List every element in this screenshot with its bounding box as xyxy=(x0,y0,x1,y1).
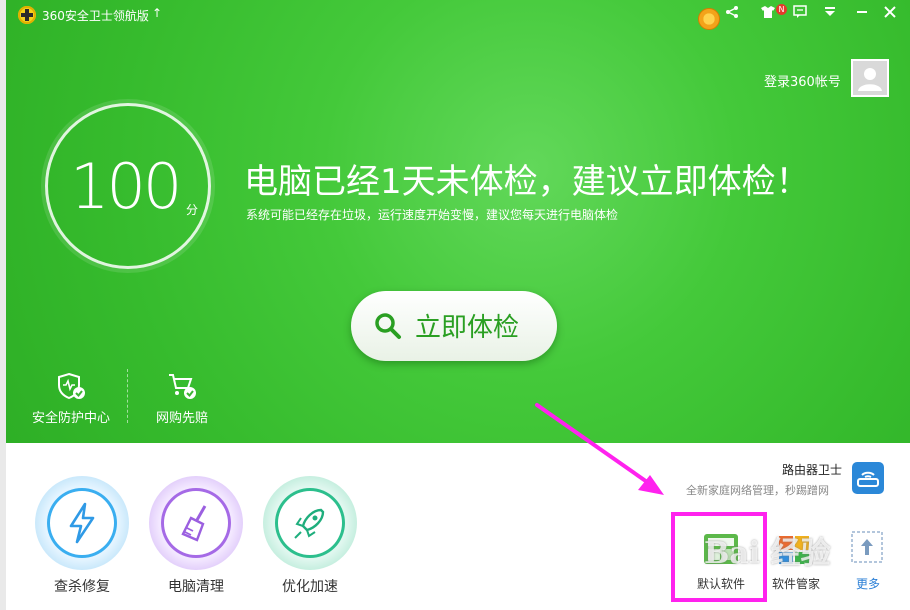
app-window: 360安全卫士领航版 ↑ N 登录360帐号 100 分 电脑已经1天未体检，建… xyxy=(0,0,910,610)
annotation-arrow xyxy=(535,403,664,495)
